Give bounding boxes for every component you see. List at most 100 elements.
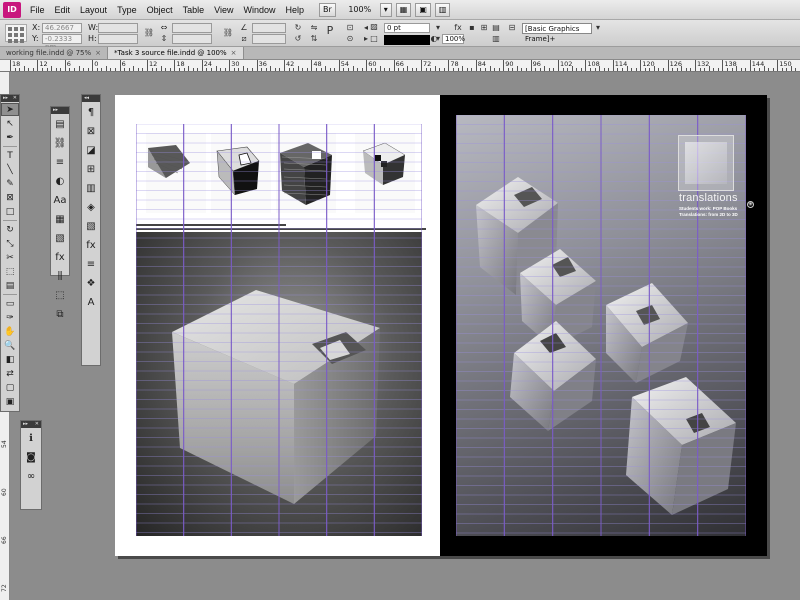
menu-edit[interactable]: Edit (50, 5, 76, 15)
effects-icon[interactable]: fx (51, 249, 69, 266)
h-field[interactable] (98, 34, 138, 44)
swatches-icon[interactable]: ▦ (51, 211, 69, 228)
object-style-select[interactable]: [Basic Graphics Frame]+ (522, 23, 592, 43)
menu-help[interactable]: Help (280, 5, 309, 15)
screen-mode-icon[interactable]: ▣ (415, 2, 431, 17)
panel-header[interactable]: ▸▸ ✕ (21, 421, 41, 428)
opacity-field[interactable]: 100% (442, 34, 465, 44)
pathfinder-icon[interactable]: ⧉ (51, 306, 69, 323)
links-icon[interactable]: ⛓ (51, 135, 69, 152)
pencil-tool-icon[interactable]: ✎ (1, 177, 19, 190)
zoom-tool-icon[interactable]: 🔍 (1, 339, 19, 352)
menu-table[interactable]: Table (178, 5, 210, 15)
fill-swatch-icon[interactable]: ▨ (368, 22, 380, 32)
chevron-down-icon[interactable]: ▾ (379, 2, 392, 17)
flip-vertical-icon[interactable]: ⇅ (308, 34, 320, 44)
rotate-tool-icon[interactable]: ↻ (1, 223, 19, 236)
transform-icon[interactable]: ⬚ (51, 287, 69, 304)
character-icon[interactable]: A (82, 294, 100, 311)
panel-header[interactable]: ▸▸ (51, 107, 69, 114)
swatch-icon[interactable]: ◙ (22, 449, 40, 466)
gradient-swatch-tool-icon[interactable]: ▤ (1, 279, 19, 292)
sketch-image-3[interactable] (276, 133, 336, 213)
select-content-icon[interactable]: ⊙ (344, 34, 356, 44)
object-styles-icon[interactable]: ◪ (82, 142, 100, 159)
table-icon[interactable]: ⊞ (82, 161, 100, 178)
preview-mode-icon[interactable]: ▣ (1, 395, 19, 408)
arrange-documents-icon[interactable]: ▥ (434, 2, 451, 17)
menu-view[interactable]: View (209, 5, 238, 15)
close-icon[interactable]: × (231, 49, 237, 59)
selection-tool-icon[interactable]: ➤ (1, 103, 19, 116)
close-icon[interactable]: × (95, 49, 101, 59)
anchored-object-icon[interactable]: ◉ (747, 201, 754, 208)
direct-selection-tool-icon[interactable]: ↖ (1, 117, 19, 130)
hand-tool-icon[interactable]: ✋ (1, 325, 19, 338)
constrain-scale-icon[interactable]: ⛓ (222, 28, 234, 38)
color-icon[interactable]: ◐ (51, 173, 69, 190)
menu-file[interactable]: File (25, 5, 50, 15)
menu-window[interactable]: Window (238, 5, 280, 15)
cube-photo-left[interactable] (136, 232, 422, 536)
line-tool-icon[interactable]: ╲ (1, 163, 19, 176)
hyperlinks-icon[interactable]: ∞ (22, 468, 40, 485)
zoom-level[interactable]: 100% (340, 3, 380, 17)
stroke-swatch-icon[interactable]: □ (368, 34, 380, 44)
panel-header[interactable]: ▸▸ ✕ (1, 95, 19, 102)
flip-horizontal-icon[interactable]: ⇋ (308, 23, 320, 33)
view-options-icon[interactable]: ▦ (395, 2, 412, 17)
align-icon[interactable]: ⫼ (51, 268, 69, 285)
text-wrap-icon[interactable]: ▤ (490, 23, 502, 33)
cell-styles-icon[interactable]: ▥ (82, 180, 100, 197)
tab-working-file[interactable]: working file.indd @ 75% × (0, 47, 109, 59)
stroke-icon[interactable]: ≡ (51, 154, 69, 171)
gradient-icon[interactable]: ▧ (51, 230, 69, 247)
bridge-button[interactable]: Br (319, 2, 336, 17)
sketch-image-2[interactable] (211, 133, 271, 213)
reference-point-icon[interactable] (5, 24, 27, 43)
type-tool-icon[interactable]: T (1, 149, 19, 162)
rotation-field[interactable] (252, 23, 286, 33)
frame-fitting-icon[interactable]: ⊟ (506, 23, 518, 33)
drop-shadow-icon[interactable]: ▪ (466, 23, 478, 33)
horizontal-ruler[interactable]: 18 12 6 0 6 12 18 24 30 36 42 48 54 60 66 72 78 84 90 96 102… (0, 60, 800, 72)
menu-layout[interactable]: Layout (75, 5, 112, 15)
rectangle-tool-icon[interactable]: □ (1, 205, 19, 218)
scissors-tool-icon[interactable]: ✂ (1, 251, 19, 264)
effects-icon[interactable]: fx (82, 237, 100, 254)
pen-tool-icon[interactable]: ✒ (1, 131, 19, 144)
free-transform-tool-icon[interactable]: ⬚ (1, 265, 19, 278)
scale-x-field[interactable] (172, 23, 212, 33)
fill-stroke-icon[interactable]: ◧ (1, 353, 19, 366)
shear-field[interactable] (252, 34, 286, 44)
sketch-image-4[interactable] (355, 133, 415, 213)
pages-icon[interactable]: ▤ (51, 116, 69, 133)
rotate-cw-icon[interactable]: ↻ (292, 23, 304, 33)
sketch-image-1[interactable] (146, 133, 206, 213)
gradient-icon[interactable]: ▧ (82, 218, 100, 235)
note-tool-icon[interactable]: ▭ (1, 297, 19, 310)
rotate-ccw-icon[interactable]: ↺ (292, 34, 304, 44)
paragraph-icon[interactable]: ¶ (82, 104, 100, 121)
brand-logo-square[interactable] (678, 135, 734, 191)
x-field[interactable]: 46.2667 pm (42, 23, 82, 40)
effects-icon[interactable]: fx (452, 23, 464, 33)
swap-colors-icon[interactable]: ⇄ (1, 367, 19, 380)
w-field[interactable] (98, 23, 138, 33)
stroke-icon[interactable]: ≡ (82, 256, 100, 273)
dropdown-arrow-icon[interactable]: ▾ (592, 23, 604, 33)
stroke-weight-field[interactable]: 0 pt (384, 23, 430, 33)
stroke-type-selector[interactable] (384, 35, 430, 45)
panel-header[interactable]: ◂◂ (82, 95, 100, 102)
menu-type[interactable]: Type (112, 5, 142, 15)
menu-object[interactable]: Object (142, 5, 178, 15)
info-icon[interactable]: ℹ (22, 430, 40, 447)
eyedropper-tool-icon[interactable]: ✑ (1, 311, 19, 324)
scale-tool-icon[interactable]: ⤡ (1, 237, 19, 250)
dropdown-arrow-icon[interactable]: ▾ (432, 23, 444, 33)
normal-mode-icon[interactable]: ▢ (1, 381, 19, 394)
add-effect-icon[interactable]: ⊞ (478, 23, 490, 33)
y-field[interactable]: -0.2333 pm (42, 34, 82, 51)
tab-task-3-source[interactable]: *Task 3 source file.indd @ 100% × (108, 47, 244, 59)
layers-stack-icon[interactable]: ❖ (82, 275, 100, 292)
